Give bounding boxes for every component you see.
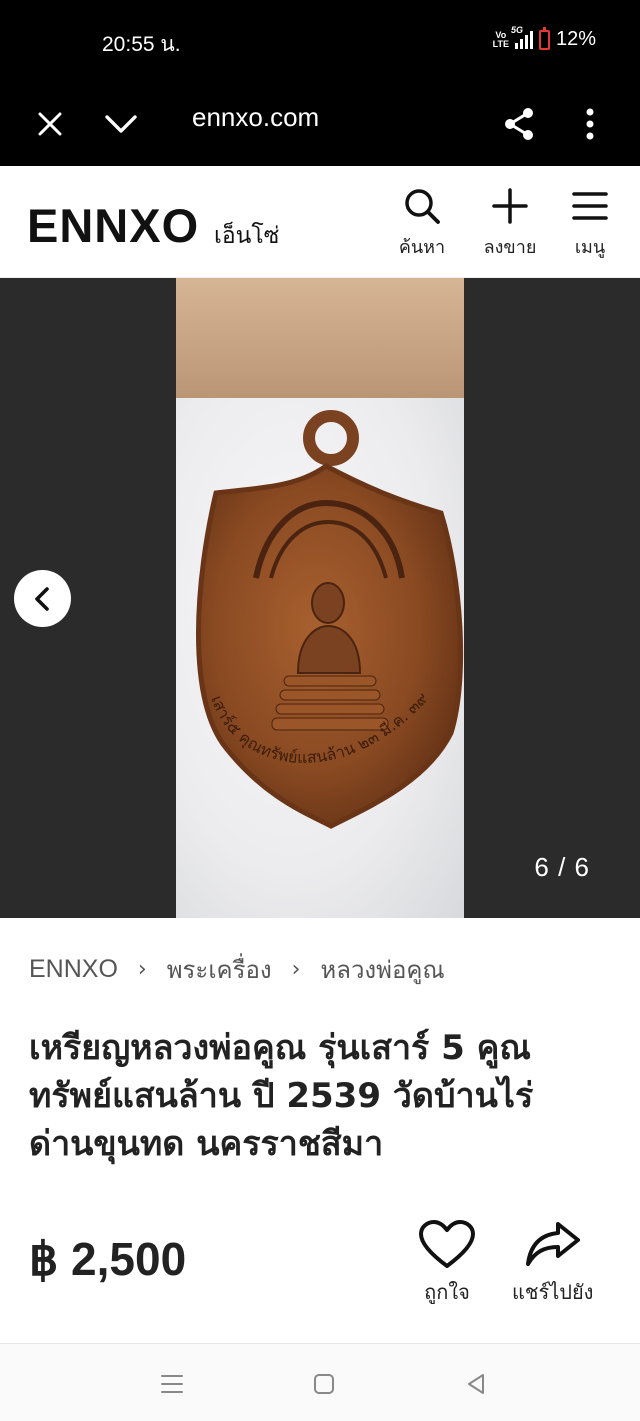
signal-icon: 5G: [511, 25, 533, 49]
chevron-right-icon: ›: [137, 957, 147, 982]
network-type: 5G: [510, 24, 523, 35]
chevron-right-icon: ›: [291, 957, 301, 982]
listing-price: ฿ 2,500: [29, 1233, 187, 1285]
image-carousel[interactable]: เสาร์๕ คุณทรัพย์แสนล้าน ๒๓ มี.ค. ๓๙ 6 / …: [0, 278, 640, 918]
like-label: ถูกใจ: [424, 1280, 470, 1304]
battery-icon: [538, 26, 550, 50]
image-counter: 6 / 6: [534, 852, 590, 882]
product-photo[interactable]: เสาร์๕ คุณทรัพย์แสนล้าน ๒๓ มี.ค. ๓๙: [176, 278, 464, 918]
site-logo[interactable]: ENNXO: [27, 198, 199, 253]
plus-icon: [492, 188, 528, 224]
share-page-button[interactable]: [491, 96, 547, 152]
breadcrumb: ENNXO › พระเครื่อง › หลวงพ่อคูณ: [29, 950, 445, 989]
breadcrumb-subcategory[interactable]: หลวงพ่อคูณ: [320, 950, 444, 989]
listing-title: เหรียญหลวงพ่อคูณ รุ่นเสาร์ 5 คูณทรัพย์แส…: [29, 1028, 534, 1164]
back-triangle-icon: [468, 1374, 484, 1394]
search-label: ค้นหา: [398, 237, 446, 258]
close-tab-button[interactable]: [22, 96, 78, 152]
home-button[interactable]: [304, 1366, 344, 1402]
chevron-down-icon: [105, 115, 137, 133]
status-bar: 20:55 น. Vo LTE 5G 12%: [0, 0, 640, 82]
volte-icon: Vo LTE: [492, 29, 509, 49]
more-vert-icon: [586, 108, 594, 140]
more-options-button[interactable]: [562, 96, 618, 152]
system-nav-bar: [0, 1343, 640, 1421]
medal-image: เสาร์๕ คุณทรัพย์แสนล้าน ๒๓ มี.ค. ๓๙: [196, 410, 464, 829]
status-time: 20:55 น.: [102, 33, 181, 56]
menu-button[interactable]: เมนู: [550, 186, 630, 261]
hamburger-icon: [572, 192, 608, 220]
heart-icon: [419, 1220, 475, 1268]
share-icon: [505, 108, 533, 140]
status-icons: Vo LTE 5G 12%: [492, 25, 596, 51]
previous-image-button[interactable]: [14, 570, 71, 627]
share-to-label: แชร์ไปยัง: [512, 1280, 594, 1304]
sell-button[interactable]: ลงขาย: [470, 186, 550, 261]
search-button[interactable]: ค้นหา: [382, 186, 462, 261]
recents-icon: [161, 1375, 183, 1393]
recent-apps-button[interactable]: [152, 1366, 192, 1402]
site-logo-thai[interactable]: เอ็นโซ่: [214, 218, 279, 254]
share-arrow-icon: [525, 1222, 580, 1266]
search-icon: [405, 189, 440, 224]
share-to-button[interactable]: แชร์ไปยัง: [512, 1220, 593, 1308]
chevron-left-icon: [34, 586, 49, 611]
breadcrumb-category[interactable]: พระเครื่อง: [167, 950, 272, 989]
url-text[interactable]: ennxo.com: [192, 102, 319, 133]
home-square-icon: [314, 1374, 334, 1394]
menu-label: เมนู: [574, 237, 606, 258]
minimize-button[interactable]: [93, 96, 149, 152]
site-header: ENNXO เอ็นโซ่ ค้นหา ลงขาย เมนู: [0, 166, 640, 278]
battery-level: 12%: [555, 28, 596, 50]
close-icon: [38, 112, 62, 136]
like-button[interactable]: ถูกใจ: [418, 1220, 476, 1308]
breadcrumb-home[interactable]: ENNXO: [29, 955, 118, 984]
browser-toolbar: ennxo.com: [0, 82, 640, 166]
sell-label: ลงขาย: [483, 237, 537, 258]
back-button[interactable]: [456, 1366, 496, 1402]
